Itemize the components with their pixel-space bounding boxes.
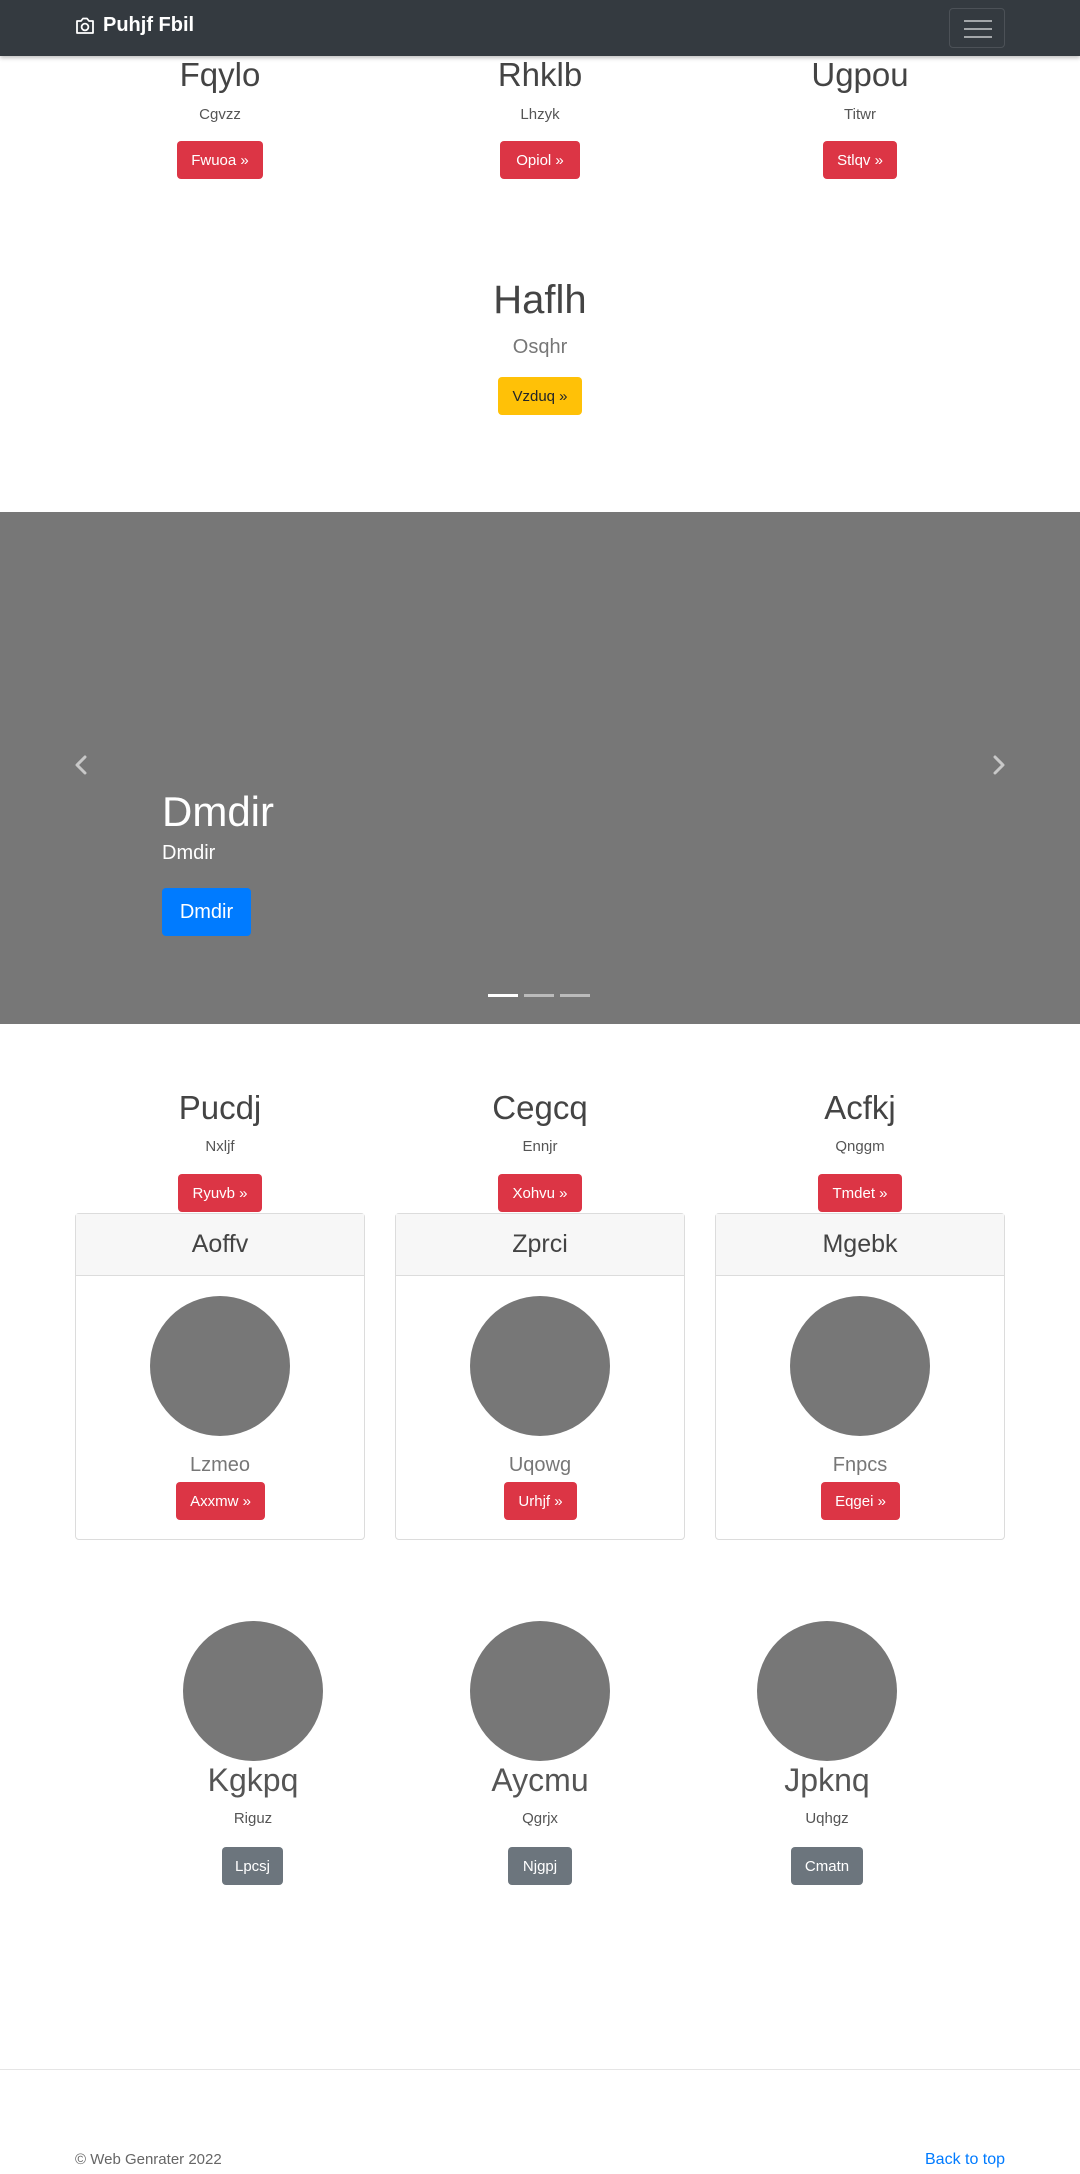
- card-sub: Lzmeo: [189, 1454, 251, 1476]
- card-header: Zprci: [396, 1214, 684, 1276]
- center-title: Haflh: [493, 278, 587, 322]
- profile-sub: Uqhgz: [805, 1810, 849, 1827]
- camera-icon: [76, 17, 94, 34]
- footer-divider: [0, 2069, 1080, 2070]
- card: Zprci Uqowg Urhjf »: [395, 1213, 685, 1540]
- navbar: Puhjf Fbil: [0, 0, 1080, 56]
- carousel-caption-sub: Dmdir: [162, 842, 216, 864]
- top-col-title: Rhklb: [497, 56, 583, 93]
- top-col-sub: Titwr: [844, 106, 876, 123]
- card-button[interactable]: Urhjf »: [504, 1482, 577, 1520]
- menu-icon-bar: [964, 28, 992, 30]
- row-col-button[interactable]: Tmdet »: [818, 1174, 902, 1212]
- row-col-button[interactable]: Ryuvb »: [178, 1174, 262, 1212]
- profile-name: Kgkpq: [207, 1762, 299, 1798]
- row-col-sub: Qnggm: [835, 1138, 885, 1155]
- brand-label: Puhjf Fbil: [103, 14, 195, 36]
- center-sub: Osqhr: [512, 336, 568, 358]
- carousel-indicator[interactable]: [488, 994, 518, 997]
- card-sub: Fnpcs: [832, 1454, 888, 1476]
- row-col-title: Pucdj: [178, 1089, 262, 1126]
- profile-button[interactable]: Cmatn: [791, 1847, 863, 1885]
- top-col-button[interactable]: Fwuoa »: [177, 141, 263, 179]
- top-col-button[interactable]: Stlqv »: [823, 141, 897, 179]
- profile-name: Aycmu: [491, 1762, 589, 1798]
- top-col-sub: Lhzyk: [520, 106, 560, 123]
- card-button[interactable]: Axxmw »: [176, 1482, 265, 1520]
- top-col-button[interactable]: Opiol »: [500, 141, 580, 179]
- carousel: Dmdir Dmdir Dmdir: [0, 512, 1080, 1024]
- navbar-toggler-button[interactable]: [949, 8, 1005, 48]
- card-header: Mgebk: [716, 1214, 1004, 1276]
- profile-name: Jpknq: [784, 1762, 870, 1798]
- row-col-title: Cegcq: [492, 1089, 588, 1126]
- carousel-next-icon[interactable]: [984, 750, 1014, 780]
- avatar: [183, 1621, 323, 1761]
- card-sub: Uqowg: [508, 1454, 572, 1476]
- profile-button[interactable]: Njgpj: [508, 1847, 572, 1885]
- card: Aoffv Lzmeo Axxmw »: [75, 1213, 365, 1540]
- row-col-title: Acfkj: [824, 1089, 896, 1126]
- profile-sub: Qgrjx: [522, 1810, 558, 1827]
- avatar: [150, 1296, 290, 1436]
- card-button[interactable]: Eqgei »: [821, 1482, 900, 1520]
- card: Mgebk Fnpcs Eqgei »: [715, 1213, 1005, 1540]
- avatar: [470, 1296, 610, 1436]
- carousel-prev-icon[interactable]: [66, 750, 96, 780]
- top-col-title: Ugpou: [811, 56, 909, 93]
- top-col-sub: Cgvzz: [199, 106, 241, 123]
- avatar: [470, 1621, 610, 1761]
- back-to-top-link[interactable]: Back to top: [925, 2151, 1005, 2169]
- row-col-sub: Nxljf: [205, 1138, 235, 1155]
- avatar: [790, 1296, 930, 1436]
- row-col-button[interactable]: Xohvu »: [498, 1174, 582, 1212]
- profile-button[interactable]: Lpcsj: [222, 1847, 283, 1885]
- navbar-brand[interactable]: Puhjf Fbil: [75, 14, 194, 37]
- carousel-cta-button[interactable]: Dmdir: [162, 888, 251, 936]
- carousel-indicator[interactable]: [560, 994, 590, 997]
- row-col-sub: Ennjr: [522, 1138, 558, 1155]
- carousel-indicator[interactable]: [524, 994, 554, 997]
- footer-copyright: © Web Genrater 2022: [75, 2151, 222, 2168]
- carousel-caption-title: Dmdir: [162, 788, 274, 835]
- top-col-title: Fqylo: [179, 56, 261, 93]
- menu-icon-bar: [964, 36, 992, 38]
- menu-icon-bar: [964, 20, 992, 22]
- profile-sub: Riguz: [233, 1810, 273, 1827]
- card-header: Aoffv: [76, 1214, 364, 1276]
- center-button[interactable]: Vzduq »: [498, 377, 582, 415]
- avatar: [757, 1621, 897, 1761]
